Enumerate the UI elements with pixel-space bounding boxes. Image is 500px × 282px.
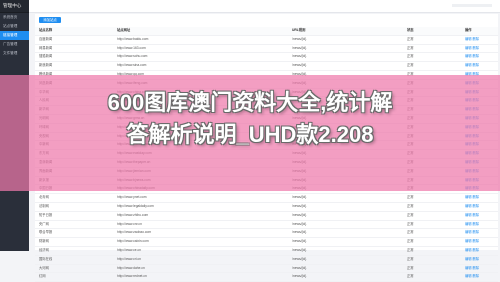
table-row: 央广网 http://www.cnr.cn/news/{id} 正常 编辑 删除 (35, 221, 498, 230)
cell-name: 搜狐新闻 (39, 54, 53, 59)
cell-url: http://www.baidu.com (117, 36, 149, 41)
column-header-status: 状态 (407, 28, 414, 32)
cell-url: http://www.cri.cn (117, 256, 142, 261)
table-row: 新浪新闻 http://www.sina.com/news/{id} 正常 编辑 删除 (35, 62, 498, 71)
cell-rule: /news/{id} (292, 36, 307, 41)
cell-name: 法制网 (39, 203, 49, 208)
row-actions-link[interactable]: 编辑 删除 (465, 265, 498, 273)
cell-rule: /news/{id} (292, 45, 307, 50)
cell-name: 网易新闻 (39, 45, 53, 50)
cell-url: http://www.ynet.com (117, 195, 147, 200)
sidebar-item-sites[interactable]: 站点管理 (0, 22, 29, 31)
cell-rule: /news/{id} (292, 195, 307, 200)
table-row: 国际在线 http://www.cri.cn/news/{id} 正常 编辑 删除 (35, 256, 498, 265)
table-row: 红网 http://www.rednet.cn/news/{id} 正常 编辑 删除 (35, 273, 498, 282)
table-row: 网易新闻 http://www.163.com/news/{id} 正常 编辑 删除 (35, 45, 498, 54)
cell-status: 正常 (407, 54, 414, 59)
row-actions-link[interactable]: 编辑 删除 (465, 62, 498, 70)
table-row: 联合早报 http://www.zaobao.com/news/{id} 正常 编辑 … (35, 229, 498, 239)
cell-name: 百度新闻 (39, 36, 53, 41)
cell-rule: /news/{id} (292, 54, 307, 59)
cell-name: 红网 (39, 274, 46, 279)
cell-rule: /news/{id} (292, 203, 307, 208)
cell-url: http://www.legaldaily.com (117, 203, 154, 208)
top-bar-decoration (452, 4, 492, 7)
cell-name: 北青网 (39, 195, 49, 200)
cell-rule: /news/{id} (292, 63, 307, 68)
cell-url: http://www.caixin.com (117, 239, 149, 244)
table-row: 财新网 http://www.caixin.com/news/{id} 正常 编辑 删… (35, 238, 498, 247)
add-site-button[interactable]: 添加站点 (39, 17, 61, 23)
column-header-rule: URL规则 (292, 28, 306, 32)
row-actions-link[interactable]: 编辑 删除 (465, 273, 498, 281)
cell-status: 正常 (407, 203, 414, 208)
table-row: 百度新闻 http://www.baidu.com/news/{id} 正常 编辑 删… (35, 36, 498, 45)
sidebar-item-files[interactable]: 文件管理 (0, 49, 29, 58)
banner-headline-line2: 答解析说明_UHD款2.208 (126, 122, 374, 147)
cell-url: http://www.zaobao.com (117, 230, 152, 235)
row-actions-link[interactable]: 编辑 删除 (465, 238, 498, 246)
row-actions-link[interactable]: 编辑 删除 (465, 203, 498, 211)
cell-status: 正常 (407, 256, 414, 261)
row-actions-link[interactable]: 编辑 删除 (465, 53, 498, 61)
row-actions-link[interactable]: 编辑 删除 (465, 229, 498, 237)
table-header-row: 站点名称 站点网址 URL规则 状态 操作 (35, 27, 498, 36)
cell-name: 国际在线 (39, 256, 53, 261)
cell-name: 央广网 (39, 221, 49, 226)
banner-headline-line1: 600图库澳门资料大全,统计解 (107, 90, 393, 115)
cell-name: 知乎日报 (39, 212, 53, 217)
cell-status: 正常 (407, 230, 414, 235)
row-actions-link[interactable]: 编辑 删除 (465, 256, 498, 264)
app-title: 管理中心 (0, 0, 29, 13)
top-bar (29, 0, 500, 13)
cell-status: 正常 (407, 212, 414, 217)
cell-name: 大河网 (39, 265, 49, 270)
cell-status: 正常 (407, 265, 414, 270)
column-header-name: 站点名称 (39, 28, 53, 32)
table-row: 经济网 http://www.ce.cn/news/{id} 正常 编辑 删除 (35, 247, 498, 256)
cell-status: 正常 (407, 63, 414, 68)
column-header-actions: 操作 (465, 28, 472, 32)
cell-status: 正常 (407, 274, 414, 279)
row-actions-link[interactable]: 编辑 删除 (465, 45, 498, 53)
row-actions-link[interactable]: 编辑 删除 (465, 194, 498, 202)
cell-status: 正常 (407, 195, 414, 200)
cell-url: http://www.sina.com (117, 63, 147, 68)
cell-url: http://www.163.com (117, 45, 146, 50)
cell-url: http://www.dahe.cn (117, 265, 145, 270)
column-header-url: 站点网址 (117, 28, 131, 32)
cell-rule: /news/{id} (292, 221, 307, 226)
sidebar-item-home[interactable]: 系统首页 (0, 13, 29, 22)
cell-rule: /news/{id} (292, 265, 307, 270)
row-actions-link[interactable]: 编辑 删除 (465, 212, 498, 220)
table-row: 搜狐新闻 http://www.sohu.com/news/{id} 正常 编辑 删除 (35, 53, 498, 63)
cell-rule: /news/{id} (292, 256, 307, 261)
cell-url: http://www.rednet.cn (117, 274, 147, 279)
cell-status: 正常 (407, 36, 414, 41)
table-row: 知乎日报 http://www.zhihu.com/news/{id} 正常 编辑 删… (35, 212, 498, 221)
cell-url: http://www.sohu.com (117, 54, 148, 59)
cell-rule: /news/{id} (292, 212, 307, 217)
sidebar-item-links[interactable]: 链接管理 (0, 31, 29, 40)
cell-status: 正常 (407, 221, 414, 226)
cell-rule: /news/{id} (292, 230, 307, 235)
row-actions-link[interactable]: 编辑 删除 (465, 221, 498, 229)
cell-name: 财新网 (39, 239, 49, 244)
table-row: 北青网 http://www.ynet.com/news/{id} 正常 编辑 删除 (35, 194, 498, 203)
table-row: 大河网 http://www.dahe.cn/news/{id} 正常 编辑 删除 (35, 265, 498, 274)
cell-rule: /news/{id} (292, 274, 307, 279)
cell-status: 正常 (407, 45, 414, 50)
cell-url: http://www.cnr.cn (117, 221, 142, 226)
row-actions-link[interactable]: 编辑 删除 (465, 36, 498, 44)
cell-url: http://www.zhihu.com (117, 212, 149, 217)
table-row: 法制网 http://www.legaldaily.com/news/{id} 正常… (35, 203, 498, 212)
cell-name: 联合早报 (39, 230, 53, 235)
cell-rule: /news/{id} (292, 239, 307, 244)
cell-name: 新浪新闻 (39, 63, 53, 68)
sidebar-item-ads[interactable]: 广告管理 (0, 40, 29, 49)
cell-status: 正常 (407, 239, 414, 244)
